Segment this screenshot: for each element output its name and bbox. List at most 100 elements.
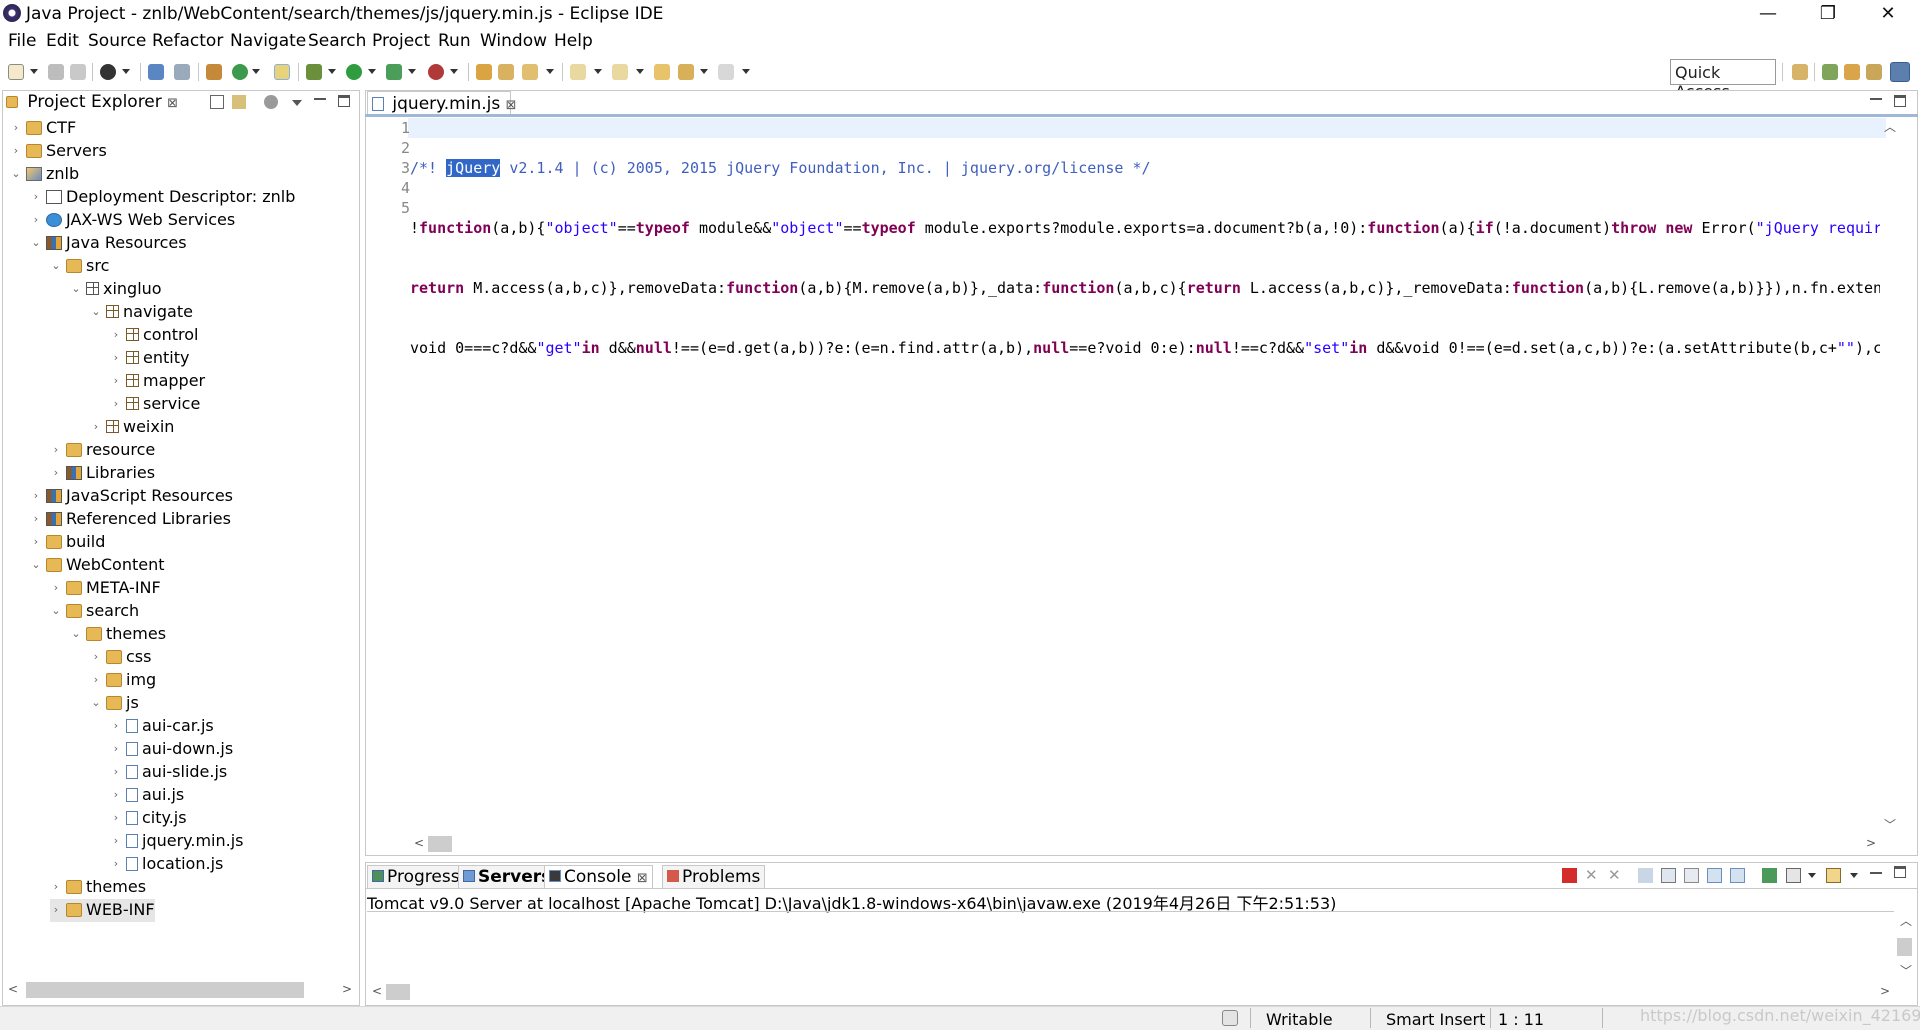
project-explorer-tab[interactable]: Project Explorer ⊠ <box>6 92 178 116</box>
menu-edit[interactable]: Edit <box>46 31 79 51</box>
debug-icon[interactable] <box>306 64 322 80</box>
collapsed-chevron-icon[interactable]: › <box>30 531 42 553</box>
link-with-editor-icon[interactable] <box>232 95 246 109</box>
collapsed-chevron-icon[interactable]: › <box>110 761 122 783</box>
scroll-right-icon[interactable]: > <box>1866 836 1876 850</box>
save-icon[interactable] <box>48 64 64 80</box>
status-window-icon[interactable] <box>1222 1010 1238 1026</box>
open-console-icon[interactable] <box>1826 868 1841 883</box>
tree-item-javascript-resources[interactable]: › JavaScript Resources <box>30 485 233 508</box>
menu-run[interactable]: Run <box>438 31 471 51</box>
collapsed-chevron-icon[interactable]: › <box>90 669 102 691</box>
console-vscrollbar[interactable]: ︿ ﹀ <box>1896 912 1914 980</box>
mark-occurrences-icon[interactable] <box>274 64 290 80</box>
coverage-dropdown-icon[interactable] <box>408 69 416 74</box>
next-annotation-dropdown-icon[interactable] <box>594 69 602 74</box>
console-vscroll-thumb[interactable] <box>1897 938 1912 956</box>
scroll-right-icon[interactable]: > <box>342 982 352 996</box>
console-hscrollbar[interactable] <box>367 982 1897 1002</box>
collapsed-chevron-icon[interactable]: › <box>110 715 122 737</box>
menu-help[interactable]: Help <box>554 31 593 51</box>
editor-hscroll-thumb[interactable] <box>428 836 452 852</box>
collapsed-chevron-icon[interactable]: › <box>90 646 102 668</box>
collapsed-chevron-icon[interactable]: › <box>50 462 62 484</box>
collapsed-chevron-icon[interactable]: › <box>10 140 22 162</box>
back-dropdown-icon[interactable] <box>700 69 708 74</box>
clear-console-icon[interactable] <box>1638 868 1653 883</box>
close-icon[interactable]: ⊠ <box>506 98 517 113</box>
tree-item-city-js[interactable]: › city.js <box>110 807 187 830</box>
forward-icon[interactable] <box>718 64 734 80</box>
expanded-chevron-icon[interactable]: ⌄ <box>50 600 62 622</box>
tree-item-themes[interactable]: › themes <box>50 876 146 899</box>
display-console-dropdown-icon[interactable] <box>1808 873 1816 878</box>
previous-annotation-dropdown-icon[interactable] <box>636 69 644 74</box>
collapse-all-icon[interactable] <box>210 95 224 109</box>
expanded-chevron-icon[interactable]: ⌄ <box>30 554 42 576</box>
scroll-left-icon[interactable]: < <box>414 836 424 850</box>
tree-item-entity[interactable]: › entity <box>110 347 190 370</box>
expanded-chevron-icon[interactable]: ⌄ <box>70 278 82 300</box>
collapsed-chevron-icon[interactable]: › <box>110 784 122 806</box>
new-icon[interactable] <box>8 64 24 80</box>
menu-refactor[interactable]: Refactor <box>152 31 223 51</box>
run-icon[interactable] <box>346 64 362 80</box>
tree-item-themes[interactable]: ⌄ themes <box>70 623 166 646</box>
search-icon[interactable] <box>522 64 538 80</box>
scroll-right-icon[interactable]: > <box>1880 984 1890 998</box>
close-button[interactable]: ✕ <box>1860 0 1916 28</box>
editor-tab-jquery[interactable]: jquery.min.js ⊠ <box>367 91 517 115</box>
expanded-chevron-icon[interactable]: ⌄ <box>50 255 62 277</box>
tree-item-jquery-min-js[interactable]: › jquery.min.js <box>110 830 244 853</box>
open-perspective-icon[interactable] <box>1792 64 1808 80</box>
tab-servers[interactable]: Servers <box>458 865 557 889</box>
tree-item-java-resources[interactable]: ⌄ Java Resources <box>30 232 186 255</box>
scroll-left-icon[interactable]: < <box>8 982 18 996</box>
tree-item-control[interactable]: › control <box>110 324 199 347</box>
collapsed-chevron-icon[interactable]: › <box>30 186 42 208</box>
tree-item-aui-car-js[interactable]: › aui-car.js <box>110 715 214 738</box>
tree-item-web-inf[interactable]: › WEB-INF <box>50 899 155 922</box>
back-icon[interactable] <box>678 64 694 80</box>
editor-vscrollbar[interactable]: ︿ ﹀ <box>1880 118 1898 838</box>
collapsed-chevron-icon[interactable]: › <box>10 117 22 139</box>
javascript-perspective-icon[interactable] <box>1890 62 1910 82</box>
tree-item-libraries[interactable]: › Libraries <box>50 462 155 485</box>
terminate-icon[interactable] <box>1562 868 1577 883</box>
menu-source[interactable]: Source <box>88 31 146 51</box>
code-editor[interactable]: /*! jQuery v2.1.4 | (c) 2005, 2015 jQuer… <box>410 118 1880 838</box>
scroll-left-icon[interactable]: < <box>372 984 382 998</box>
tree-item-location-js[interactable]: › location.js <box>110 853 224 876</box>
menu-navigate[interactable]: Navigate <box>230 31 306 51</box>
tab-progress[interactable]: Progress <box>367 865 465 889</box>
tree-item-img[interactable]: › img <box>90 669 156 692</box>
collapsed-chevron-icon[interactable]: › <box>110 738 122 760</box>
restore-button[interactable]: ❐ <box>1800 0 1856 28</box>
skip-breakpoints-icon[interactable] <box>174 64 190 80</box>
external-tools-dropdown-icon[interactable] <box>450 69 458 74</box>
new-server-dropdown-icon[interactable] <box>252 69 260 74</box>
maximize-editor-icon[interactable] <box>1894 95 1906 107</box>
word-wrap-icon[interactable] <box>1684 868 1699 883</box>
menu-search[interactable]: Search <box>308 31 366 51</box>
collapsed-chevron-icon[interactable]: › <box>110 370 122 392</box>
collapsed-chevron-icon[interactable]: › <box>50 439 62 461</box>
menu-file[interactable]: File <box>8 31 36 51</box>
collapsed-chevron-icon[interactable]: › <box>110 807 122 829</box>
tree-item-css[interactable]: › css <box>90 646 152 669</box>
focus-active-task-icon[interactable] <box>264 95 278 109</box>
close-icon[interactable]: ⊠ <box>637 871 648 886</box>
collapsed-chevron-icon[interactable]: › <box>110 347 122 369</box>
remove-all-terminated-icon[interactable]: ✕ <box>1608 868 1623 883</box>
remove-launch-icon[interactable]: ✕ <box>1585 868 1600 883</box>
expanded-chevron-icon[interactable]: ⌄ <box>90 301 102 323</box>
minimize-editor-icon[interactable] <box>1870 98 1882 100</box>
debug-dropdown-icon[interactable] <box>328 69 336 74</box>
save-all-icon[interactable] <box>70 64 86 80</box>
menu-window[interactable]: Window <box>480 31 547 51</box>
show-on-output-icon[interactable] <box>1707 868 1722 883</box>
collapsed-chevron-icon[interactable]: › <box>50 577 62 599</box>
display-console-icon[interactable] <box>1786 868 1801 883</box>
tab-console[interactable]: Console ⊠ <box>544 865 653 889</box>
external-tools-icon[interactable] <box>428 64 444 80</box>
